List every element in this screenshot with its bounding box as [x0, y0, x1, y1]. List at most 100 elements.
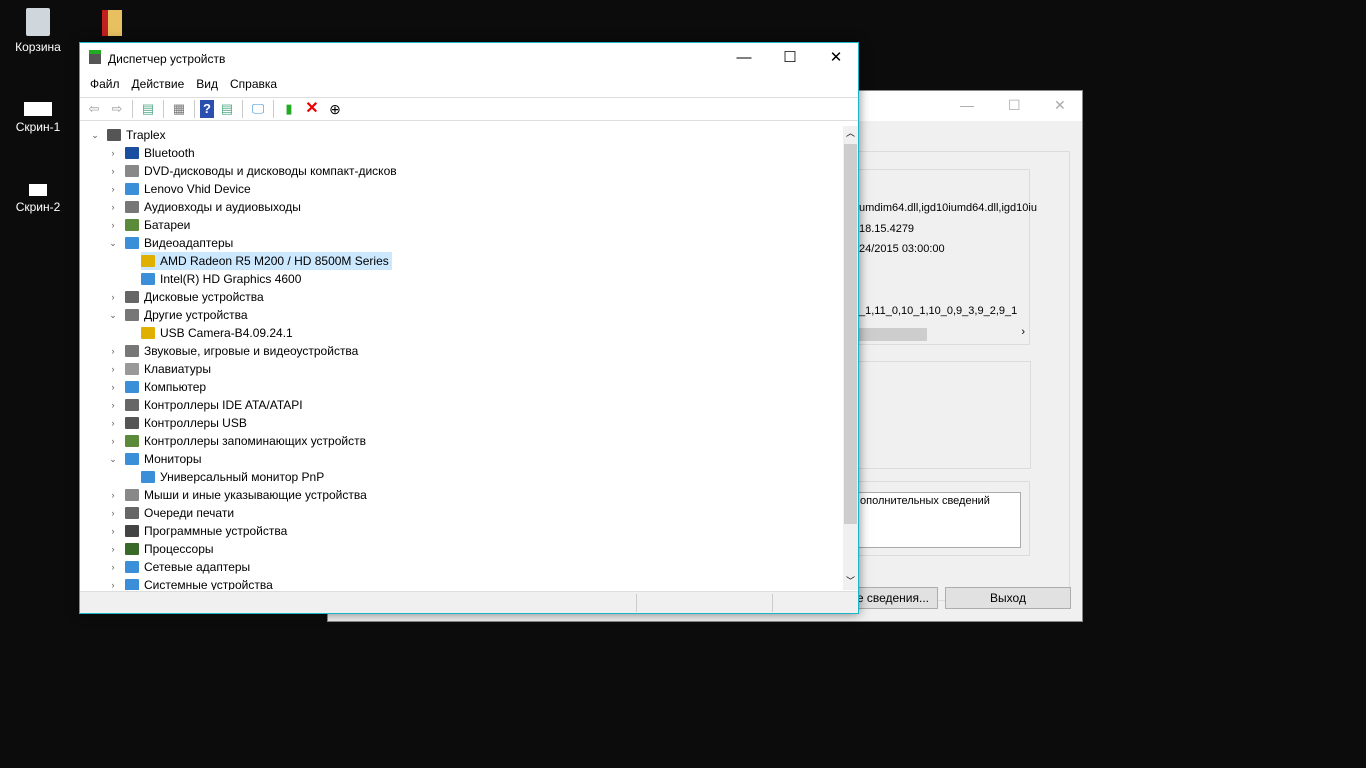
- expand-chevron-icon[interactable]: ›: [107, 576, 119, 590]
- maximize-icon[interactable]: ☐: [1008, 97, 1021, 114]
- scroll-thumb[interactable]: [844, 144, 857, 524]
- tree-item[interactable]: ⌄ Другие устройства: [107, 306, 247, 324]
- expand-chevron-icon[interactable]: ›: [107, 162, 119, 180]
- toolbar: ⇦ ⇨ ▤ ▦ ? ▤ 🖵 ▮ ✕ ⊕: [80, 97, 858, 121]
- tree-item-label: Сетевые адаптеры: [144, 560, 251, 574]
- exit-button[interactable]: Выход: [945, 587, 1071, 609]
- device-manager-icon: [89, 50, 101, 64]
- device-icon: [125, 543, 139, 555]
- device-icon: [125, 345, 139, 357]
- horizontal-scrollbar[interactable]: ›: [859, 326, 1029, 343]
- tree-item[interactable]: AMD Radeon R5 M200 / HD 8500M Series: [141, 252, 392, 270]
- expand-chevron-icon[interactable]: ›: [107, 486, 119, 504]
- tree-item[interactable]: ⌄ Мониторы: [107, 450, 201, 468]
- warning-device-icon: [141, 255, 155, 267]
- expand-chevron-icon[interactable]: ›: [107, 180, 119, 198]
- expand-chevron-icon[interactable]: ›: [107, 522, 119, 540]
- desktop-icon-label: Скрин-1: [15, 120, 61, 134]
- tree-item[interactable]: USB Camera-B4.09.24.1: [141, 324, 293, 342]
- tree-item[interactable]: › Lenovo Vhid Device: [107, 180, 251, 198]
- show-hide-console-tree-icon[interactable]: ▤: [138, 100, 158, 118]
- update-driver-icon[interactable]: ▮: [279, 100, 299, 118]
- collapse-chevron-icon[interactable]: ⌄: [107, 234, 119, 252]
- image-file-icon: [24, 102, 52, 116]
- tree-item[interactable]: › Процессоры: [107, 540, 214, 558]
- tree-item[interactable]: › Контроллеры USB: [107, 414, 247, 432]
- device-icon: [125, 489, 139, 501]
- expand-chevron-icon[interactable]: ›: [107, 504, 119, 522]
- tree-item[interactable]: › Аудиовходы и аудиовыходы: [107, 198, 301, 216]
- tree-item-label: Контроллеры IDE ATA/ATAPI: [144, 398, 303, 412]
- tree-item[interactable]: › Программные устройства: [107, 522, 288, 540]
- expand-chevron-icon[interactable]: ›: [107, 378, 119, 396]
- collapse-chevron-icon[interactable]: ⌄: [107, 306, 119, 324]
- tree-item-label: Программные устройства: [144, 524, 288, 538]
- menu-action[interactable]: Действие: [126, 75, 191, 97]
- scan-hardware-icon[interactable]: 🖵: [248, 100, 268, 118]
- expand-chevron-icon[interactable]: ›: [107, 414, 119, 432]
- menu-file[interactable]: Файл: [84, 75, 126, 97]
- tree-item[interactable]: › Звуковые, игровые и видеоустройства: [107, 342, 359, 360]
- tree-item[interactable]: › Компьютер: [107, 378, 207, 396]
- close-button[interactable]: ✕: [813, 43, 859, 73]
- desktop-icon-screen1[interactable]: Скрин-1: [0, 102, 76, 134]
- tree-item[interactable]: ⌄ Видеоадаптеры: [107, 234, 233, 252]
- close-icon[interactable]: ✕: [1054, 97, 1066, 114]
- scroll-down-icon[interactable]: ﹀: [846, 574, 855, 587]
- device-icon: [125, 165, 139, 177]
- tree-item[interactable]: › Сетевые адаптеры: [107, 558, 251, 576]
- forward-icon[interactable]: ⇨: [107, 100, 127, 118]
- tree-item[interactable]: › Очереди печати: [107, 504, 235, 522]
- maximize-button[interactable]: ☐: [767, 43, 813, 73]
- tree-item[interactable]: Универсальный монитор PnP: [141, 468, 324, 486]
- tree-item[interactable]: › Клавиатуры: [107, 360, 211, 378]
- back-icon[interactable]: ⇦: [84, 100, 104, 118]
- tree-item[interactable]: › DVD-дисководы и дисководы компакт-диско…: [107, 162, 397, 180]
- menu-help[interactable]: Справка: [224, 75, 283, 97]
- tree-item[interactable]: › Системные устройства: [107, 576, 273, 590]
- uninstall-icon[interactable]: ✕: [302, 100, 322, 118]
- tree-item[interactable]: › Контроллеры запоминающих устройств: [107, 432, 366, 450]
- expand-chevron-icon[interactable]: ›: [107, 360, 119, 378]
- collapse-chevron-icon[interactable]: ⌄: [107, 450, 119, 468]
- collapse-chevron-icon[interactable]: ⌄: [89, 126, 101, 144]
- desktop-icon-recycle-bin[interactable]: Корзина: [0, 8, 76, 54]
- desktop-icon-label: Скрин-2: [15, 200, 61, 214]
- device-icon: [125, 147, 139, 159]
- scroll-right-icon[interactable]: ›: [1021, 326, 1025, 338]
- tree-item[interactable]: ⌄ Traplex: [89, 126, 165, 144]
- tree-item[interactable]: › Батареи: [107, 216, 191, 234]
- desktop-icon-folder[interactable]: [74, 10, 150, 40]
- expand-chevron-icon[interactable]: ›: [107, 342, 119, 360]
- device-icon: [125, 363, 139, 375]
- expand-chevron-icon[interactable]: ›: [107, 144, 119, 162]
- expand-chevron-icon[interactable]: ›: [107, 288, 119, 306]
- desktop-icon-screen2[interactable]: Скрин-2: [0, 184, 76, 214]
- scroll-up-icon[interactable]: ︿: [846, 126, 855, 139]
- vertical-scrollbar[interactable]: ︿ ﹀: [843, 126, 858, 590]
- minimize-icon[interactable]: —: [960, 97, 974, 113]
- expand-chevron-icon[interactable]: ›: [107, 558, 119, 576]
- expand-chevron-icon[interactable]: ›: [107, 198, 119, 216]
- help-icon[interactable]: ?: [200, 100, 214, 118]
- device-icon: [125, 435, 139, 447]
- scroll-thumb[interactable]: [859, 328, 927, 341]
- properties-icon[interactable]: ▦: [169, 100, 189, 118]
- tree-item[interactable]: › Мыши и иные указывающие устройства: [107, 486, 367, 504]
- device-icon: [125, 525, 139, 537]
- tree-item[interactable]: › Контроллеры IDE ATA/ATAPI: [107, 396, 303, 414]
- expand-chevron-icon[interactable]: ›: [107, 432, 119, 450]
- tree-item-label: Универсальный монитор PnP: [160, 470, 325, 484]
- menu-view[interactable]: Вид: [190, 75, 224, 97]
- tree-item[interactable]: › Дисковые устройства: [107, 288, 264, 306]
- minimize-button[interactable]: —: [721, 43, 767, 73]
- expand-chevron-icon[interactable]: ›: [107, 540, 119, 558]
- tree-item-label: Контроллеры запоминающих устройств: [144, 434, 366, 448]
- expand-chevron-icon[interactable]: ›: [107, 396, 119, 414]
- tree-item-label: Очереди печати: [144, 506, 235, 520]
- tree-item[interactable]: Intel(R) HD Graphics 4600: [141, 270, 301, 288]
- tree-item[interactable]: › Bluetooth: [107, 144, 195, 162]
- download-icon[interactable]: ⊕: [325, 100, 345, 118]
- expand-chevron-icon[interactable]: ›: [107, 216, 119, 234]
- show-action-pane-icon[interactable]: ▤: [217, 100, 237, 118]
